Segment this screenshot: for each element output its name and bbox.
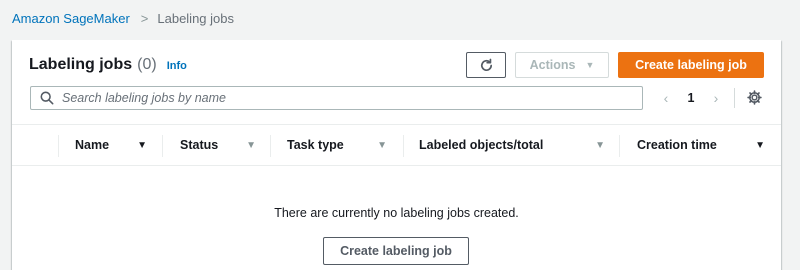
column-divider [619, 135, 620, 157]
column-divider [270, 135, 271, 157]
empty-state-message: There are currently no labeling jobs cre… [274, 206, 519, 220]
sort-icon: ▼ [595, 139, 605, 151]
column-header-creation-time[interactable]: Creation time ▼ [637, 125, 765, 165]
search-icon [40, 91, 54, 105]
column-label: Name [75, 138, 110, 152]
column-label: Status [180, 138, 219, 152]
sort-descending-icon: ▼ [755, 139, 765, 151]
refresh-button[interactable] [466, 52, 506, 78]
breadcrumb-current: Labeling jobs [157, 10, 234, 26]
table-header: Name ▼ Status ▼ Task type ▼ Labeled obje… [12, 124, 781, 166]
chevron-left-icon[interactable]: ‹ [657, 90, 675, 106]
column-header-status[interactable]: Status ▼ [180, 125, 256, 165]
column-label: Creation time [637, 138, 717, 152]
breadcrumb: Amazon SageMaker > Labeling jobs [12, 9, 234, 27]
sort-icon: ▼ [377, 139, 387, 151]
column-label: Labeled objects/total [419, 138, 544, 152]
column-label: Task type [287, 138, 344, 152]
pagination: ‹ 1 › [657, 88, 725, 108]
chevron-right-icon[interactable]: › [707, 90, 725, 106]
job-count: (0) [137, 56, 157, 73]
column-header-labeled-objects[interactable]: Labeled objects/total ▼ [419, 125, 605, 165]
sort-icon: ▼ [246, 139, 256, 151]
info-link[interactable]: Info [167, 60, 187, 72]
actions-dropdown[interactable]: Actions ▼ [515, 52, 609, 78]
column-divider [58, 135, 59, 157]
column-divider [403, 135, 404, 157]
sort-descending-icon: ▼ [137, 139, 147, 151]
caret-down-icon: ▼ [585, 60, 595, 70]
column-divider [162, 135, 163, 157]
page-title: Labeling jobs [29, 56, 133, 73]
gear-icon [747, 90, 762, 105]
actions-label: Actions [529, 58, 576, 72]
empty-state-create-button[interactable]: Create labeling job [323, 237, 469, 265]
search-field[interactable] [30, 86, 643, 110]
settings-button[interactable] [747, 90, 762, 110]
refresh-icon [480, 58, 492, 71]
page-number[interactable]: 1 [675, 91, 707, 105]
panel-header: Labeling jobs (0) Info [29, 56, 187, 74]
create-labeling-job-button[interactable]: Create labeling job [618, 52, 764, 78]
column-header-task-type[interactable]: Task type ▼ [287, 125, 387, 165]
pagination-divider [734, 88, 735, 108]
labeling-jobs-panel: Labeling jobs (0) Info Actions ▼ Create … [12, 40, 781, 270]
column-header-name[interactable]: Name ▼ [75, 125, 147, 165]
breadcrumb-sagemaker-link[interactable]: Amazon SageMaker [12, 11, 130, 26]
search-input[interactable] [62, 88, 642, 108]
breadcrumb-separator-icon: > [140, 10, 149, 26]
